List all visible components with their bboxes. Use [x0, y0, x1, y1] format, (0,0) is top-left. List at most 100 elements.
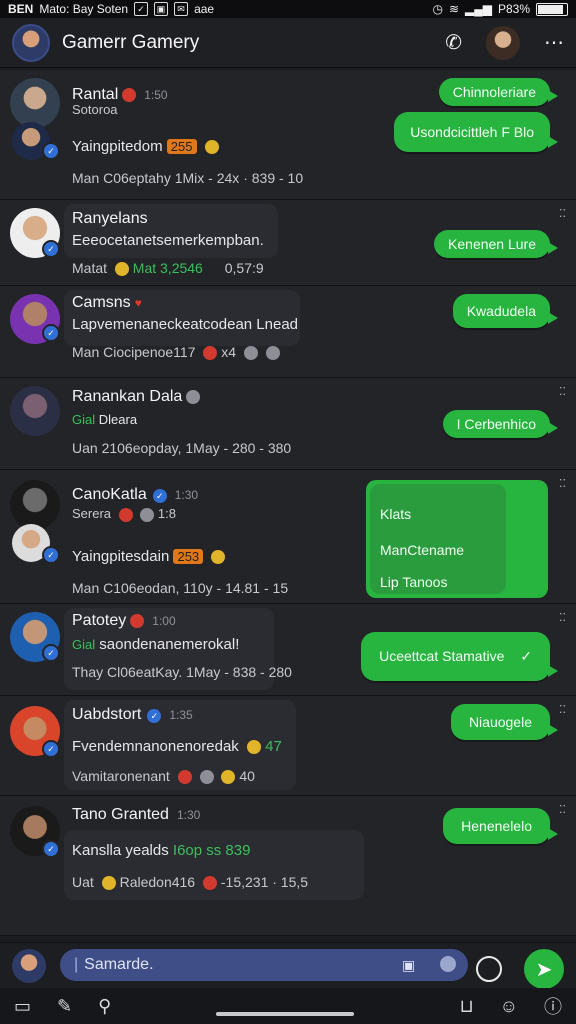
subtitle-extra: 1:8 — [157, 506, 176, 521]
emoji-icon — [203, 346, 218, 361]
attach-icon[interactable] — [440, 956, 456, 972]
emoji-icon — [186, 389, 201, 404]
avatar — [10, 78, 60, 128]
contact-avatar[interactable] — [486, 25, 520, 60]
meta-left: Matat — [72, 260, 108, 276]
notification-icon: ✓ — [134, 2, 149, 16]
alarm-icon: ◷ — [432, 2, 443, 16]
chat-row[interactable]: ✓ Ranyelans Eeeocetanetsemerkempban. Mat… — [0, 200, 576, 286]
status-extra: aae — [194, 2, 215, 16]
chat-meta: Man C106eodan, 110y - 14.81 - 15 — [72, 580, 289, 596]
message-bubble[interactable]: Kenenen Lure — [434, 230, 558, 258]
chat-meta: Uat Raledon416 -15,231 · 15,5 — [72, 874, 308, 891]
bubble-line: Klats — [380, 506, 412, 522]
send-icon: ➤ — [535, 958, 553, 981]
gallery-icon: ▣ — [154, 2, 169, 16]
more-dots-icon[interactable]: ⁚⁚ — [559, 613, 566, 624]
chat-name-text: Tano Granted — [72, 806, 169, 823]
preview-green: I6op ss 839 — [172, 842, 251, 859]
chat-row[interactable]: ✓ Uabdstort ✓ 1:35 Fvendemnanonenoredak 47… — [0, 696, 576, 796]
emoji-icon — [177, 770, 192, 785]
chat-row[interactable]: ✓ Tano Granted 1:30 Kanslla yealds I6op s… — [0, 796, 576, 936]
emoji-icon — [114, 262, 129, 277]
emoji-face-icon[interactable]: ☺ — [500, 996, 518, 1017]
emoji-icon — [265, 346, 280, 361]
preview-green: Gial — [72, 637, 96, 652]
meta-text: Vamitaronenant — [72, 768, 170, 784]
preview-text: saondenanemerokal! — [99, 636, 240, 653]
chat-preview: Yaingpitedom 255 — [72, 138, 219, 155]
chat-icon[interactable]: ▭ — [14, 996, 31, 1017]
chat-row[interactable]: ✓ Patotey 1:00 Gial saondenanemerokal! Th… — [0, 604, 576, 696]
more-dots-icon[interactable]: ⁚⁚ — [559, 387, 566, 398]
verified-badge-icon: ✓ — [42, 644, 60, 662]
message-bubble[interactable]: Uceettcat Stamative ✓ — [361, 632, 558, 681]
message-bubble[interactable]: Chinnoleriare — [438, 78, 559, 106]
verified-icon: ✓ — [152, 489, 167, 503]
camera-button[interactable] — [472, 952, 506, 986]
chat-name-text: Rantal — [72, 86, 119, 103]
preview-text: Kanslla yealds — [72, 842, 169, 859]
message-icon: ✉ — [174, 2, 189, 16]
profile-avatar[interactable] — [12, 23, 50, 62]
composer-avatar[interactable] — [12, 949, 46, 983]
app-header: Gamerr Gamery ✆ ⋯ — [0, 18, 576, 68]
meta-text: Man Ciocipenoe117 — [72, 344, 196, 360]
chat-preview: Kanslla yealds I6op ss 839 — [72, 842, 250, 859]
composer: | Samarde. ▣ ➤ — [0, 942, 576, 989]
phone-icon[interactable]: ✆ — [445, 30, 462, 55]
chat-name: Ranankan Dala — [72, 388, 201, 406]
send-button[interactable]: ➤ — [524, 949, 564, 989]
meta-text: Raledon416 — [119, 874, 196, 890]
wifi-icon: ≋ — [448, 2, 459, 16]
subtitle-text: Serera — [72, 506, 112, 521]
more-dots-icon[interactable]: ⁚⁚ — [559, 209, 566, 220]
chat-row[interactable]: ✓ Rantal 1:50 Sotoroa Yaingpitedom 255 Ma… — [0, 70, 576, 200]
verified-badge-icon: ✓ — [42, 324, 60, 342]
emoji-icon — [101, 876, 116, 891]
emoji-icon — [246, 740, 261, 755]
chat-meta: Thay Cl06eatKay. 1May - 838 - 280 — [72, 664, 292, 680]
frame-icon[interactable]: ⊔ — [460, 996, 474, 1017]
more-dots-icon[interactable]: ⁚⁚ — [559, 705, 566, 716]
edit-icon[interactable]: ✎ — [57, 996, 72, 1017]
preview-extra: 47 — [265, 738, 282, 755]
avatar — [10, 386, 60, 436]
chat-preview-text: Yaingpitesdain — [72, 548, 170, 565]
sticker-icon[interactable]: ▣ — [402, 957, 415, 974]
count-chip: 255 — [166, 139, 197, 154]
message-bubble[interactable]: Kwadudela — [452, 294, 559, 328]
home-indicator[interactable] — [216, 1012, 354, 1016]
chat-preview-text: Yaingpitedom — [72, 138, 163, 155]
chat-time: 1:35 — [169, 708, 193, 722]
chat-name: Ranyelans — [72, 210, 148, 227]
chat-list: ✓ Rantal 1:50 Sotoroa Yaingpitedom 255 Ma… — [0, 70, 576, 940]
meta-green: Mat 3,2546 — [132, 260, 203, 276]
count-chip: 253 — [173, 549, 204, 564]
chat-row[interactable]: Ranankan Dala Gial Dleara Uan 2106eopday… — [0, 378, 576, 470]
chat-row[interactable]: ✓ CanoKatla ✓ 1:30 Serera 1:8 Yaingpitesda… — [0, 470, 576, 604]
camera-icon — [476, 956, 502, 982]
more-options-icon[interactable]: ⋯ — [544, 30, 564, 55]
more-dots-icon[interactable]: ⁚⁚ — [559, 479, 566, 490]
chat-subtitle: Serera 1:8 — [72, 506, 176, 522]
chat-meta: Man C06eptahy 1Mix - 24x · 839 - 10 — [72, 170, 304, 186]
message-bubble[interactable]: Niauogele — [450, 704, 559, 740]
preview-text: Fvendemnanonenoredak — [72, 738, 239, 755]
chat-preview: Eeeocetanetsemerkempban. — [72, 232, 264, 249]
message-bubble[interactable]: Henenelelo — [443, 808, 558, 844]
info-icon[interactable]: ⓘ — [544, 993, 562, 1019]
more-dots-icon[interactable]: ⁚⁚ — [559, 805, 566, 816]
chat-time: 1:00 — [152, 614, 176, 628]
message-bubble[interactable]: Usondcicittleh F Blo — [394, 112, 558, 152]
chat-name-text: Ranankan Dala — [72, 388, 183, 405]
search-icon[interactable]: ⚲ — [98, 996, 111, 1017]
message-input-placeholder: Samarde. — [84, 956, 154, 973]
message-bubble[interactable]: I Cerbenhico — [442, 410, 559, 438]
chat-meta: Matat Mat 3,2546 0,57:9 — [72, 260, 264, 277]
chat-row[interactable]: ✓ Camsns ♥ Lapvemenaneckeatcodean Lnead M… — [0, 286, 576, 378]
chat-time: 1:30 — [176, 808, 201, 822]
bottom-nav: ▭ ✎ ⚲ ⊔ ☺ ⓘ — [0, 988, 576, 1024]
chat-name: CanoKatla ✓ 1:30 — [72, 486, 198, 504]
verified-badge-icon: ✓ — [42, 840, 60, 858]
